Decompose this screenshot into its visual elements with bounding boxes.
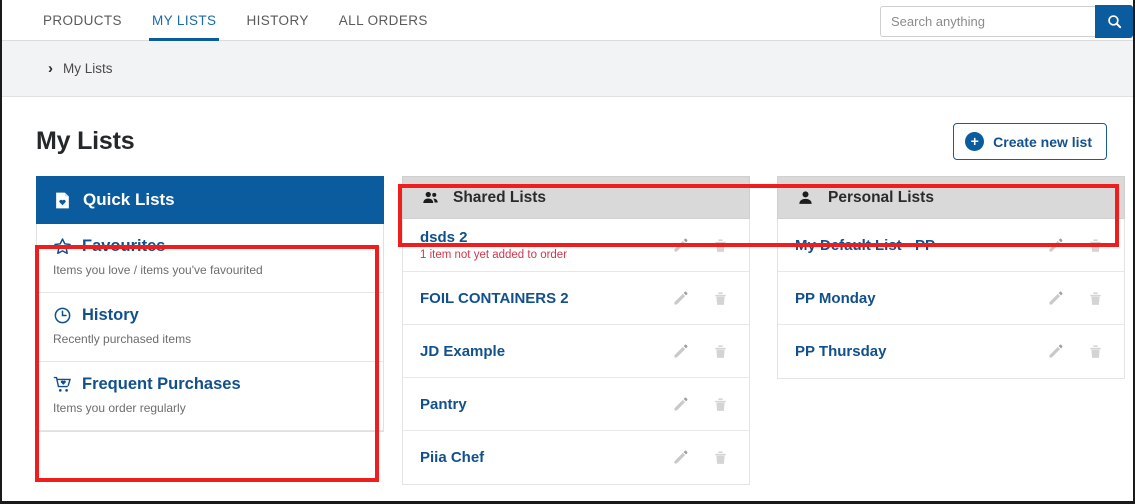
table-row[interactable]: JD Example — [403, 325, 749, 378]
table-row[interactable]: Piia Chef — [403, 431, 749, 484]
pencil-icon[interactable] — [672, 342, 689, 361]
table-row[interactable]: My Default List - PP — [778, 219, 1124, 272]
quick-lists-header: Quick Lists — [36, 176, 384, 224]
star-icon — [53, 237, 72, 256]
table-row[interactable]: dsds 2 1 item not yet added to order — [403, 219, 749, 272]
pencil-icon[interactable] — [672, 236, 689, 255]
breadcrumb-current: My Lists — [63, 61, 113, 76]
list-row-text: dsds 2 1 item not yet added to order — [420, 229, 567, 261]
row-actions — [1047, 236, 1104, 255]
quick-lists-body: Favourites Items you love / items you've… — [36, 224, 384, 432]
pencil-icon[interactable] — [1047, 236, 1064, 255]
page-title: My Lists — [36, 127, 134, 156]
list-name[interactable]: Piia Chef — [420, 449, 484, 466]
quick-list-item-title: History — [53, 306, 367, 325]
list-name[interactable]: PP Thursday — [795, 343, 886, 360]
list-name[interactable]: JD Example — [420, 343, 505, 360]
search-button[interactable] — [1095, 5, 1133, 38]
trash-icon[interactable] — [712, 342, 729, 361]
shared-lists-rows: dsds 2 1 item not yet added to order — [402, 219, 750, 485]
row-actions — [672, 448, 729, 467]
list-name[interactable]: PP Monday — [795, 290, 876, 307]
list-row-text: JD Example — [420, 343, 505, 360]
trash-icon[interactable] — [1087, 236, 1104, 255]
trash-icon[interactable] — [1087, 289, 1104, 308]
document-heart-icon — [53, 190, 72, 211]
list-name[interactable]: Pantry — [420, 396, 467, 413]
nav-tab-all-orders[interactable]: ALL ORDERS — [324, 0, 443, 41]
shared-lists-header: Shared Lists — [402, 176, 750, 219]
shared-lists-header-label: Shared Lists — [453, 189, 546, 207]
quick-list-subtitle-favourites: Items you love / items you've favourited — [53, 263, 367, 277]
personal-lists-header-label: Personal Lists — [828, 189, 934, 207]
trash-icon[interactable] — [1087, 342, 1104, 361]
quick-list-item-title: Frequent Purchases — [53, 375, 367, 394]
quick-list-subtitle-history: Recently purchased items — [53, 332, 367, 346]
quick-lists-panel: Quick Lists Favourites Items you love / … — [36, 176, 384, 485]
table-row[interactable]: Pantry — [403, 378, 749, 431]
list-name[interactable]: dsds 2 — [420, 229, 567, 246]
row-actions — [1047, 342, 1104, 361]
people-icon — [420, 189, 441, 207]
quick-list-label-frequent-purchases: Frequent Purchases — [82, 375, 241, 394]
nav-tab-products[interactable]: PRODUCTS — [28, 0, 137, 41]
clock-icon — [53, 306, 72, 325]
breadcrumb-separator-icon: › — [48, 60, 53, 77]
table-row[interactable]: FOIL CONTAINERS 2 — [403, 272, 749, 325]
row-actions — [1047, 289, 1104, 308]
personal-lists-header: Personal Lists — [777, 176, 1125, 219]
create-new-list-button[interactable]: + Create new list — [953, 123, 1107, 160]
list-row-text: Piia Chef — [420, 449, 484, 466]
trash-icon[interactable] — [712, 236, 729, 255]
personal-lists-rows: My Default List - PP — [777, 219, 1125, 379]
list-row-text: FOIL CONTAINERS 2 — [420, 290, 569, 307]
app-page: PRODUCTS MY LISTS HISTORY ALL ORDERS › M… — [2, 0, 1133, 501]
list-warning: 1 item not yet added to order — [420, 249, 567, 261]
lists-columns: Quick Lists Favourites Items you love / … — [2, 176, 1133, 485]
quick-list-item-title: Favourites — [53, 237, 367, 256]
cart-heart-icon — [53, 375, 72, 394]
quick-list-label-favourites: Favourites — [82, 237, 165, 256]
search-bar — [880, 5, 1133, 38]
quick-lists-header-label: Quick Lists — [83, 190, 175, 210]
row-actions — [672, 236, 729, 255]
breadcrumb: › My Lists — [2, 41, 1133, 97]
row-actions — [672, 395, 729, 414]
pencil-icon[interactable] — [672, 448, 689, 467]
quick-list-item-history[interactable]: History Recently purchased items — [37, 293, 383, 362]
nav-tabs: PRODUCTS MY LISTS HISTORY ALL ORDERS — [2, 0, 443, 41]
table-row[interactable]: PP Thursday — [778, 325, 1124, 378]
quick-list-item-favourites[interactable]: Favourites Items you love / items you've… — [37, 224, 383, 293]
trash-icon[interactable] — [712, 395, 729, 414]
create-new-list-label: Create new list — [993, 134, 1092, 150]
nav-tab-history[interactable]: HISTORY — [231, 0, 323, 41]
personal-lists-panel: Personal Lists My Default List - PP — [777, 176, 1125, 485]
search-icon — [1106, 13, 1123, 30]
list-row-text: PP Thursday — [795, 343, 886, 360]
list-name[interactable]: FOIL CONTAINERS 2 — [420, 290, 569, 307]
list-row-text: My Default List - PP — [795, 237, 935, 254]
row-actions — [672, 342, 729, 361]
list-row-text: PP Monday — [795, 290, 876, 307]
person-icon — [795, 189, 816, 207]
search-input[interactable] — [880, 6, 1095, 37]
pencil-icon[interactable] — [1047, 342, 1064, 361]
page-header: My Lists + Create new list — [2, 97, 1133, 160]
trash-icon[interactable] — [712, 289, 729, 308]
trash-icon[interactable] — [712, 448, 729, 467]
list-name[interactable]: My Default List - PP — [795, 237, 935, 254]
plus-circle-icon: + — [965, 132, 984, 151]
pencil-icon[interactable] — [672, 395, 689, 414]
top-navigation: PRODUCTS MY LISTS HISTORY ALL ORDERS — [2, 0, 1133, 41]
quick-list-subtitle-frequent-purchases: Items you order regularly — [53, 401, 367, 415]
nav-tab-my-lists[interactable]: MY LISTS — [137, 0, 231, 41]
pencil-icon[interactable] — [672, 289, 689, 308]
quick-list-label-history: History — [82, 306, 139, 325]
table-row[interactable]: PP Monday — [778, 272, 1124, 325]
pencil-icon[interactable] — [1047, 289, 1064, 308]
shared-lists-panel: Shared Lists dsds 2 1 item not yet added… — [402, 176, 750, 485]
quick-list-item-frequent-purchases[interactable]: Frequent Purchases Items you order regul… — [37, 362, 383, 431]
list-row-text: Pantry — [420, 396, 467, 413]
row-actions — [672, 289, 729, 308]
